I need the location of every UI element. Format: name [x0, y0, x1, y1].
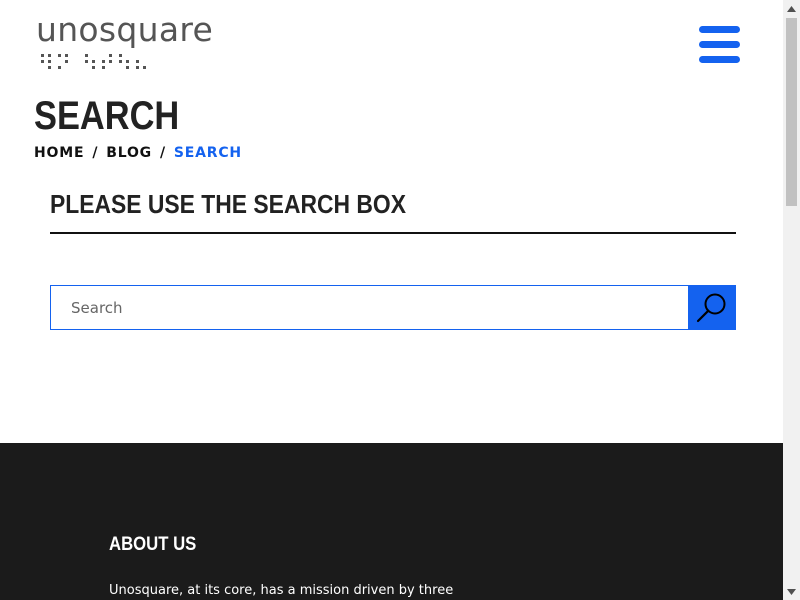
scrollbar-thumb[interactable] — [786, 18, 797, 206]
search-button[interactable] — [688, 285, 736, 330]
breadcrumb-home-link[interactable]: HOME — [34, 145, 84, 161]
scroll-down-arrow-icon[interactable] — [783, 583, 800, 600]
hamburger-menu-icon — [699, 26, 741, 64]
search-section-heading: PLEASE USE THE SEARCH BOX — [50, 186, 736, 234]
footer-heading: ABOUT US — [109, 534, 197, 555]
scroll-up-arrow-icon[interactable] — [783, 0, 800, 17]
breadcrumb-separator: / — [92, 145, 99, 161]
logo-braille-dots — [41, 54, 146, 69]
search-section-heading-text: PLEASE USE THE SEARCH BOX — [50, 189, 406, 219]
breadcrumb-separator: / — [159, 145, 166, 161]
logo-text: unosquare — [36, 10, 214, 49]
search-form — [50, 285, 736, 330]
search-icon — [696, 293, 726, 322]
breadcrumb-current: SEARCH — [173, 145, 242, 161]
page: unosquare SEARCH HOME / BLOG / SEARCH PL… — [0, 0, 783, 600]
search-input[interactable] — [50, 285, 688, 330]
menu-button[interactable] — [699, 26, 741, 64]
footer-about-text: Unosquare, at its core, has a mission dr… — [109, 583, 454, 598]
vertical-scrollbar[interactable] — [783, 0, 800, 600]
breadcrumb-blog-link[interactable]: BLOG — [106, 145, 152, 161]
page-title: SEARCH — [34, 94, 180, 138]
footer: ABOUT US Unosquare, at its core, has a m… — [0, 443, 783, 600]
breadcrumb: HOME / BLOG / SEARCH — [34, 143, 242, 163]
logo[interactable]: unosquare — [36, 10, 236, 74]
